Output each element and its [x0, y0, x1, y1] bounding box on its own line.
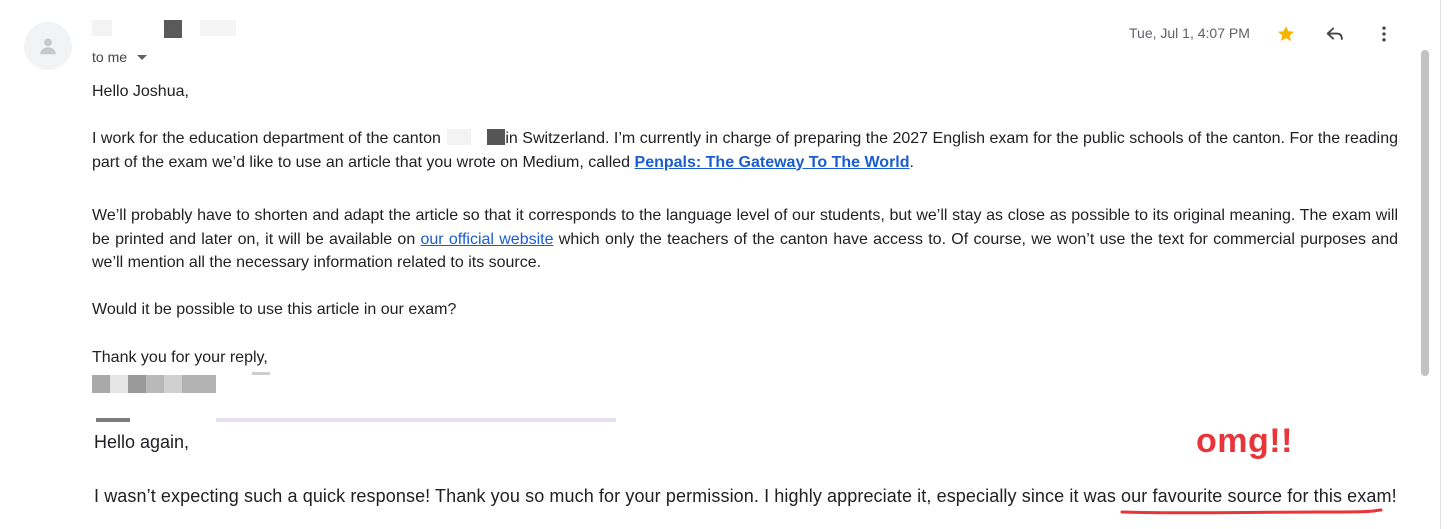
redacted-signature: [92, 372, 272, 394]
official-website-link[interactable]: our official website: [421, 231, 554, 248]
email-paragraph-1: I work for the education department of t…: [92, 127, 1398, 174]
email-timestamp: Tue, Jul 1, 4:07 PM: [1129, 25, 1250, 41]
star-button[interactable]: [1270, 18, 1302, 50]
annotation-underline: [1120, 508, 1383, 515]
email-signoff: Thank you for your reply,: [92, 349, 268, 366]
reply-icon: [1326, 27, 1343, 40]
paragraph-1-end: .: [909, 153, 914, 171]
redacted-sender-name: [92, 20, 238, 38]
more-options-button[interactable]: [1368, 18, 1400, 50]
paragraph-1-start: I work for the education department of t…: [92, 130, 441, 147]
star-icon: [1278, 26, 1294, 41]
email-greeting: Hello Joshua,: [92, 83, 189, 100]
reply-text: I wasn’t expecting such a quick response…: [94, 486, 1397, 506]
reply-button[interactable]: [1319, 18, 1351, 50]
annotation-text: omg!!: [1196, 422, 1293, 460]
recipient-label: to me: [92, 49, 128, 65]
email-paragraph-2: We’ll probably have to shorten and adapt…: [92, 204, 1398, 275]
more-vertical-icon: [1382, 26, 1386, 42]
recipient-toggle[interactable]: to me: [92, 49, 148, 65]
email-paragraph-3: Would it be possible to use this article…: [92, 301, 457, 318]
article-link[interactable]: Penpals: The Gateway To The World: [635, 154, 910, 171]
sender-avatar[interactable]: [24, 22, 72, 70]
person-icon: [40, 38, 56, 55]
cropped-text-edge: [96, 418, 616, 422]
reply-greeting: Hello again,: [94, 432, 190, 452]
chevron-down-icon: [137, 54, 148, 60]
scrollbar-thumb[interactable]: [1421, 50, 1429, 376]
redacted-canton-name: [445, 129, 506, 145]
